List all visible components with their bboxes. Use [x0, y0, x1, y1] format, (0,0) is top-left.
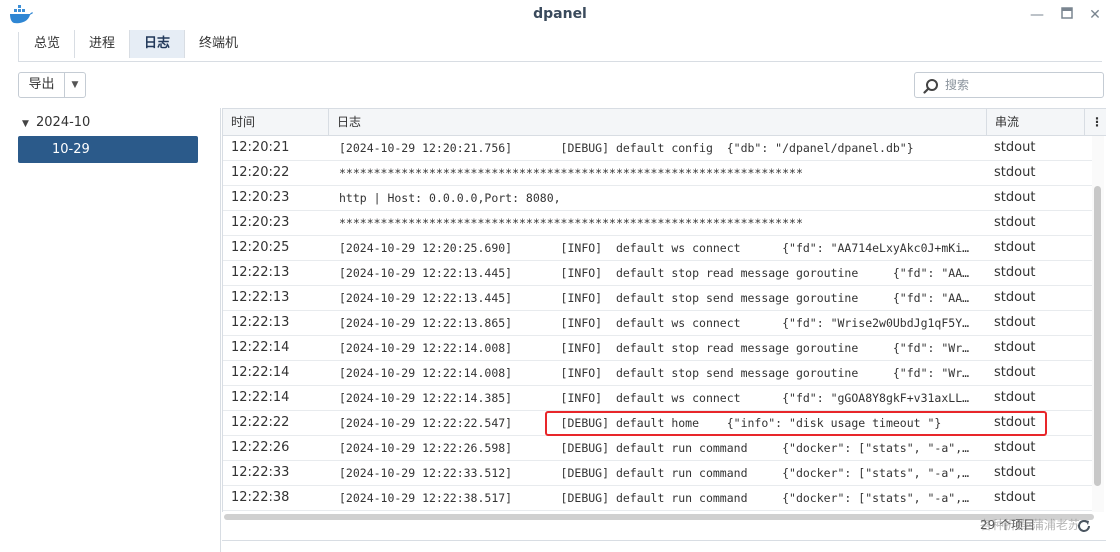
minimize-icon[interactable]: — — [1028, 6, 1046, 24]
table-row[interactable]: 12:20:23 ********************************… — [223, 211, 1093, 236]
cell-stream: stdout — [994, 165, 1036, 180]
log-table: 时间 日志 串流 ⋮ 12:20:21 [2024-10-29 12:20:21.… — [222, 108, 1106, 512]
cell-log: [2024-10-29 12:22:13.445] [INFO] default… — [339, 266, 970, 280]
cell-time: 12:22:14 — [231, 340, 290, 355]
cell-time: 12:20:21 — [231, 140, 290, 155]
cell-time: 12:22:13 — [231, 315, 290, 330]
table-row[interactable]: 12:22:14 [2024-10-29 12:22:14.385] [INFO]… — [223, 386, 1093, 411]
export-split-button: 导出 ▼ — [18, 72, 86, 98]
cell-log: [2024-10-29 12:20:21.756] [DEBUG] defaul… — [339, 141, 914, 155]
cell-log: [2024-10-29 12:22:22.547] [DEBUG] defaul… — [339, 416, 942, 430]
cell-time: 12:22:13 — [231, 265, 290, 280]
table-row[interactable]: 12:22:14 [2024-10-29 12:22:14.008] [INFO]… — [223, 336, 1093, 361]
window-title: dpanel — [533, 6, 587, 22]
cell-stream: stdout — [994, 340, 1036, 355]
cell-log: [2024-10-29 12:22:14.008] [INFO] default… — [339, 341, 970, 355]
tabs-divider — [18, 61, 1102, 62]
cell-time: 12:22:14 — [231, 365, 290, 380]
search-icon — [923, 79, 938, 94]
table-row[interactable]: 12:22:13 [2024-10-29 12:22:13.445] [INFO]… — [223, 286, 1093, 311]
cell-log: [2024-10-29 12:22:33.512] [DEBUG] defaul… — [339, 466, 970, 480]
cell-stream: stdout — [994, 365, 1036, 380]
cell-stream: stdout — [994, 140, 1036, 155]
cell-time: 12:20:22 — [231, 165, 290, 180]
table-row[interactable]: 12:22:38 [2024-10-29 12:22:38.517] [DEBUG… — [223, 486, 1093, 511]
cell-log: [2024-10-29 12:22:13.445] [INFO] default… — [339, 291, 970, 305]
tab-processes[interactable]: 进程 — [75, 30, 131, 58]
chevron-down-icon[interactable]: ▼ — [65, 73, 85, 97]
cell-log: [2024-10-29 12:22:14.008] [INFO] default… — [339, 366, 970, 380]
cell-log: [2024-10-29 12:22:38.517] [DEBUG] defaul… — [339, 491, 970, 505]
cell-time: 12:22:26 — [231, 440, 290, 455]
tab-logs[interactable]: 日志 — [130, 30, 186, 58]
cell-time: 12:22:33 — [231, 465, 290, 480]
tree-group-label: 2024-10 — [36, 115, 91, 130]
table-row[interactable]: 12:22:13 [2024-10-29 12:22:13.865] [INFO]… — [223, 311, 1093, 336]
cell-stream: stdout — [994, 390, 1036, 405]
cell-log: [2024-10-29 12:22:26.598] [DEBUG] defaul… — [339, 441, 970, 455]
tab-overview[interactable]: 总览 — [20, 30, 76, 58]
cell-log: ****************************************… — [339, 166, 803, 180]
cell-log: [2024-10-29 12:22:13.865] [INFO] default… — [339, 316, 970, 330]
column-header-log[interactable]: 日志 — [329, 109, 987, 135]
tab-bar: 总览 进程 日志 终端机 — [20, 30, 252, 60]
cell-stream: stdout — [994, 290, 1036, 305]
cell-time: 12:20:23 — [231, 190, 290, 205]
table-row[interactable]: 12:20:21 [2024-10-29 12:20:21.756] [DEBUG… — [223, 136, 1093, 161]
footer-divider — [222, 540, 1106, 541]
cell-stream: stdout — [994, 490, 1036, 505]
close-icon[interactable]: ✕ — [1086, 6, 1104, 24]
horizontal-scroll-thumb[interactable] — [224, 514, 1094, 520]
cell-stream: stdout — [994, 190, 1036, 205]
table-row[interactable]: 12:20:22 ********************************… — [223, 161, 1093, 186]
vertical-scroll-thumb[interactable] — [1094, 186, 1101, 486]
table-row[interactable]: 12:22:22 [2024-10-29 12:22:22.547] [DEBUG… — [223, 411, 1093, 436]
cell-time: 12:22:13 — [231, 290, 290, 305]
cell-time: 12:20:25 — [231, 240, 290, 255]
cell-stream: stdout — [994, 440, 1036, 455]
cell-stream: stdout — [994, 265, 1036, 280]
refresh-icon[interactable] — [1076, 518, 1092, 534]
tabs-left-border — [18, 32, 19, 62]
table-header: 时间 日志 串流 ⋮ — [223, 109, 1106, 136]
caret-down-icon: ▼ — [22, 119, 29, 129]
table-row[interactable]: 12:22:33 [2024-10-29 12:22:33.512] [DEBUG… — [223, 461, 1093, 486]
column-menu-icon[interactable]: ⋮ — [1087, 109, 1106, 135]
table-row[interactable]: 12:22:14 [2024-10-29 12:22:14.008] [INFO]… — [223, 361, 1093, 386]
cell-log: ****************************************… — [339, 216, 803, 230]
cell-log: http | Host: 0.0.0.0,Port: 8080, — [339, 191, 561, 205]
cell-log: [2024-10-29 12:22:14.385] [INFO] default… — [339, 391, 970, 405]
sidebar-divider — [220, 108, 221, 552]
cell-stream: stdout — [994, 315, 1036, 330]
table-row[interactable]: 12:20:25 [2024-10-29 12:20:25.690] [INFO]… — [223, 236, 1093, 261]
column-header-time[interactable]: 时间 — [223, 109, 329, 135]
date-tree: ▼ 2024-10 10-29 — [18, 108, 218, 552]
cell-time: 12:22:14 — [231, 390, 290, 405]
tab-terminal[interactable]: 终端机 — [185, 30, 252, 58]
table-body: 12:20:21 [2024-10-29 12:20:21.756] [DEBUG… — [223, 136, 1093, 511]
table-row[interactable]: 12:22:13 [2024-10-29 12:22:13.445] [INFO]… — [223, 261, 1093, 286]
table-row[interactable]: 12:22:26 [2024-10-29 12:22:26.598] [DEBUG… — [223, 436, 1093, 461]
cell-log: [2024-10-29 12:20:25.690] [INFO] default… — [339, 241, 970, 255]
column-header-stream[interactable]: 串流 — [987, 109, 1085, 135]
export-button[interactable]: 导出 — [19, 73, 65, 97]
tree-group-2024-10[interactable]: ▼ 2024-10 — [18, 112, 90, 134]
table-row[interactable]: 12:20:23 http | Host: 0.0.0.0,Port: 8080,… — [223, 186, 1093, 211]
horizontal-scrollbar[interactable] — [222, 512, 1106, 522]
cell-stream: stdout — [994, 240, 1036, 255]
vertical-scrollbar[interactable] — [1092, 136, 1104, 512]
tree-item-selected[interactable]: 10-29 — [18, 136, 198, 163]
cell-stream: stdout — [994, 415, 1036, 430]
search-input[interactable] — [945, 76, 1095, 94]
watermark: 各种折腾·蒲浦老苏 — [980, 518, 1080, 532]
cell-time: 12:22:22 — [231, 415, 290, 430]
cell-stream: stdout — [994, 465, 1036, 480]
cell-time: 12:22:38 — [231, 490, 290, 505]
search-box — [914, 72, 1104, 98]
maximize-icon[interactable] — [1058, 6, 1076, 24]
title-bar: dpanel — ✕ — [0, 0, 1120, 30]
cell-stream: stdout — [994, 215, 1036, 230]
cell-time: 12:20:23 — [231, 215, 290, 230]
